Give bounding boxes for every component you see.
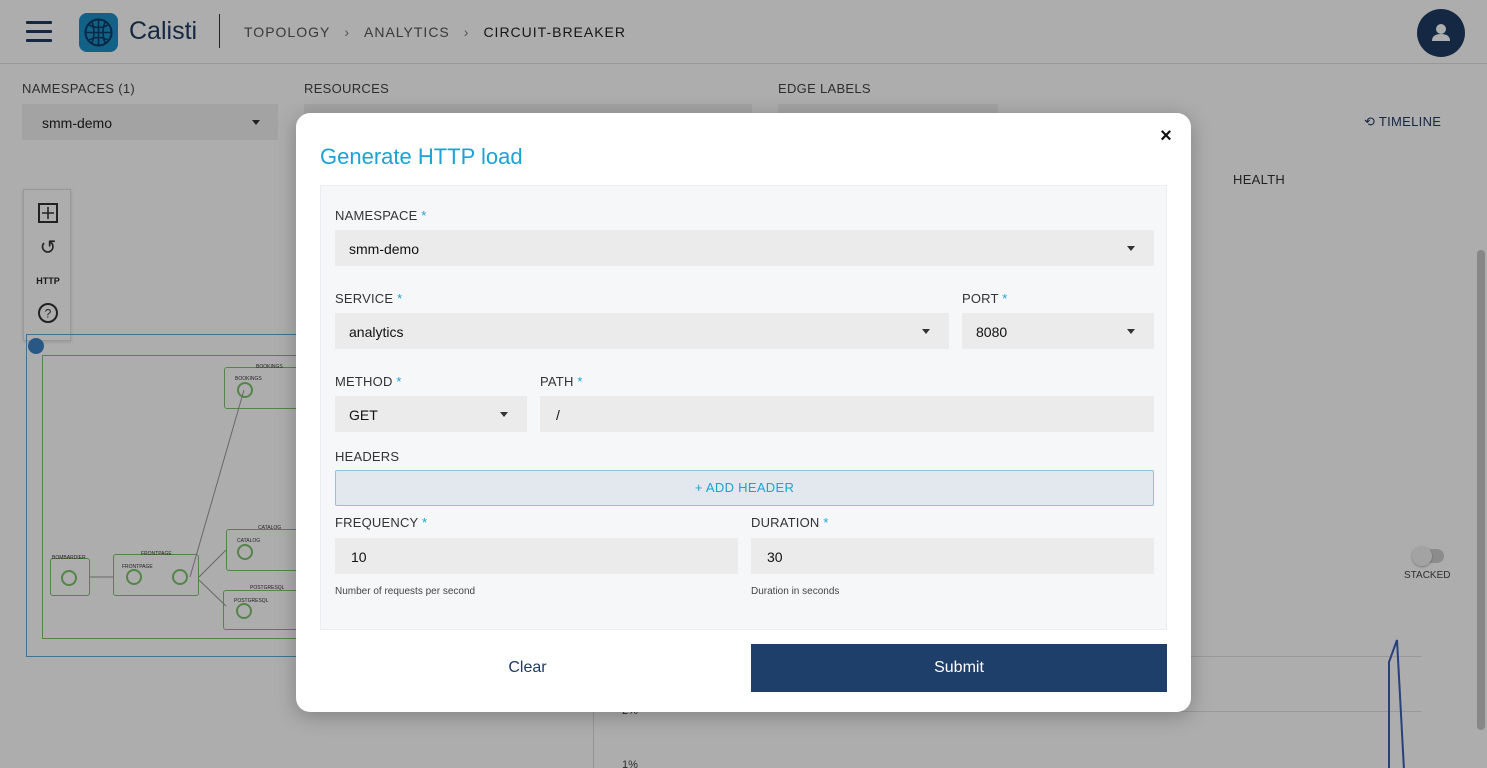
duration-hint: Duration in seconds — [751, 586, 840, 597]
dialog-title: Generate HTTP load — [320, 144, 523, 169]
namespace-select[interactable]: smm-demo — [335, 230, 1154, 266]
frequency-label: FREQUENCY * — [335, 515, 428, 530]
duration-label: DURATION * — [751, 515, 829, 530]
service-select[interactable]: analytics — [335, 313, 949, 349]
port-select[interactable]: 8080 — [962, 313, 1154, 349]
port-value: 8080 — [976, 324, 1008, 340]
method-select[interactable]: GET — [335, 396, 527, 432]
service-value: analytics — [349, 324, 404, 340]
port-label: PORT * — [962, 291, 1008, 306]
duration-input[interactable]: 30 — [751, 538, 1154, 574]
caret-down-icon — [1127, 329, 1135, 334]
load-form: NAMESPACE * smm-demo SERVICE * analytics… — [320, 185, 1167, 630]
path-value: / — [556, 407, 560, 423]
submit-button[interactable]: Submit — [751, 644, 1167, 692]
caret-down-icon — [500, 412, 508, 417]
namespace-label: NAMESPACE * — [335, 208, 427, 223]
duration-value: 30 — [767, 549, 783, 565]
caret-down-icon — [1127, 246, 1135, 251]
method-value: GET — [349, 407, 378, 423]
clear-button[interactable]: Clear — [320, 644, 735, 692]
frequency-value: 10 — [351, 549, 367, 565]
headers-label: HEADERS — [335, 449, 400, 464]
service-label: SERVICE * — [335, 291, 403, 306]
path-label: PATH * — [540, 374, 583, 389]
path-input[interactable]: / — [540, 396, 1154, 432]
generate-http-load-dialog: × Generate HTTP load NAMESPACE * smm-dem… — [296, 113, 1191, 712]
frequency-input[interactable]: 10 — [335, 538, 738, 574]
caret-down-icon — [922, 329, 930, 334]
add-header-button[interactable]: + ADD HEADER — [335, 470, 1154, 506]
method-label: METHOD * — [335, 374, 402, 389]
close-icon[interactable]: × — [1156, 125, 1176, 147]
frequency-hint: Number of requests per second — [335, 586, 476, 597]
namespace-value: smm-demo — [349, 241, 420, 257]
